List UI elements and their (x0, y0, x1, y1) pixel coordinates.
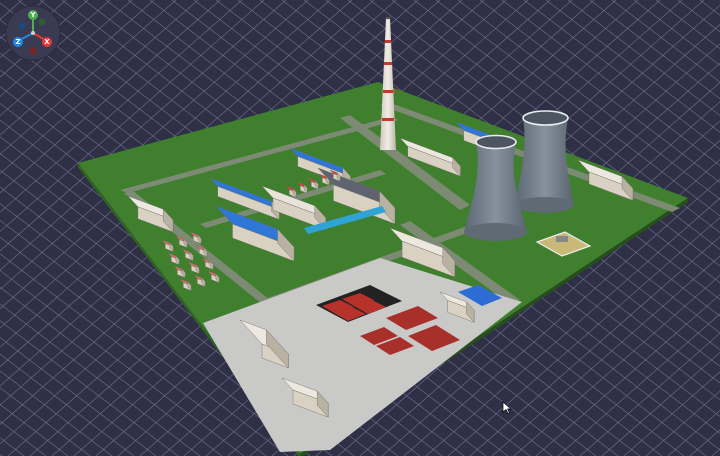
arrow-cursor-icon (502, 401, 512, 414)
axis-y-label: Y (29, 11, 36, 19)
axis-x-label: X (44, 38, 50, 46)
3d-viewport[interactable]: Y X Z (0, 0, 720, 456)
orientation-gizmo[interactable]: Y X Z (4, 4, 62, 62)
cooling-tower-rear[interactable] (515, 110, 574, 213)
axis-neg-z-handle[interactable] (18, 22, 26, 30)
axis-z-label: Z (15, 38, 20, 46)
plant-scene[interactable] (0, 0, 720, 456)
chimney[interactable] (380, 16, 396, 150)
axis-neg-y-handle[interactable] (38, 18, 46, 26)
axis-neg-x-handle[interactable] (29, 47, 37, 55)
gizmo-center (31, 31, 35, 35)
